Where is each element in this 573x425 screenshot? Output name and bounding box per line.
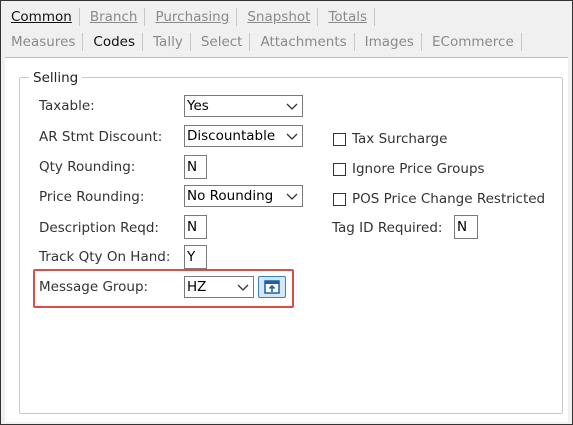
ignore-price-groups-checkbox[interactable] — [333, 163, 346, 176]
tab-snapshot[interactable]: Snapshot — [237, 8, 319, 26]
description-reqd-field[interactable]: N — [184, 215, 207, 239]
taxable-value: Yes — [187, 98, 209, 114]
qty-rounding-label: Qty Rounding: — [39, 159, 136, 175]
chevron-down-icon — [237, 284, 249, 291]
description-reqd-label: Description Reqd: — [39, 220, 159, 236]
tax-surcharge-checkbox[interactable] — [333, 133, 346, 146]
price-rounding-label: Price Rounding: — [39, 189, 145, 205]
taxable-select[interactable]: Yes — [184, 95, 303, 117]
message-group-label: Message Group: — [39, 279, 149, 295]
price-rounding-value: No Rounding — [187, 188, 274, 204]
track-qty-on-hand-label: Track Qty On Hand: — [39, 249, 171, 265]
tab-common[interactable]: Common — [1, 8, 80, 26]
tab-ecommerce[interactable]: ECommerce — [422, 33, 522, 51]
tab-tally[interactable]: Tally — [143, 33, 191, 51]
chevron-down-icon — [286, 133, 298, 140]
tab-attachments[interactable]: Attachments — [250, 33, 355, 51]
ignore-price-groups-label: Ignore Price Groups — [352, 161, 485, 177]
qty-rounding-field[interactable]: N — [184, 155, 207, 179]
tab-purchasing[interactable]: Purchasing — [145, 8, 238, 26]
tax-surcharge-label: Tax Surcharge — [352, 131, 448, 147]
ar-stmt-discount-select[interactable]: Discountable — [184, 125, 303, 147]
tab-branch[interactable]: Branch — [80, 8, 146, 26]
pos-price-change-restricted-label: POS Price Change Restricted — [352, 191, 546, 207]
tab-row-primary: Common Branch Purchasing Snapshot Totals — [1, 6, 375, 28]
tab-row-secondary: Measures Codes Tally Select Attachments … — [1, 31, 522, 53]
codes-panel: Selling Taxable: Yes AR Stmt Discount: D… — [5, 57, 568, 422]
open-lookup-icon — [264, 280, 280, 294]
chevron-down-icon — [286, 103, 298, 110]
message-group-value: HZ — [187, 279, 207, 295]
tag-id-required-label: Tag ID Required: — [332, 220, 443, 236]
track-qty-on-hand-field[interactable]: Y — [184, 245, 207, 269]
tab-select[interactable]: Select — [191, 33, 251, 51]
pos-price-change-restricted-checkbox[interactable] — [333, 193, 346, 206]
message-group-select[interactable]: HZ — [184, 276, 254, 298]
selling-group-title: Selling — [29, 70, 83, 86]
tab-measures[interactable]: Measures — [1, 33, 84, 51]
taxable-label: Taxable: — [39, 98, 95, 114]
window: Common Branch Purchasing Snapshot Totals… — [0, 0, 573, 425]
tag-id-required-field[interactable]: N — [454, 215, 478, 239]
message-group-lookup-button[interactable] — [258, 276, 286, 298]
ar-stmt-discount-label: AR Stmt Discount: — [39, 129, 163, 145]
tab-codes[interactable]: Codes — [83, 33, 144, 51]
tab-images[interactable]: Images — [355, 33, 422, 51]
ar-stmt-discount-value: Discountable — [187, 128, 276, 144]
tab-totals[interactable]: Totals — [318, 8, 375, 26]
chevron-down-icon — [286, 193, 298, 200]
price-rounding-select[interactable]: No Rounding — [184, 185, 303, 207]
